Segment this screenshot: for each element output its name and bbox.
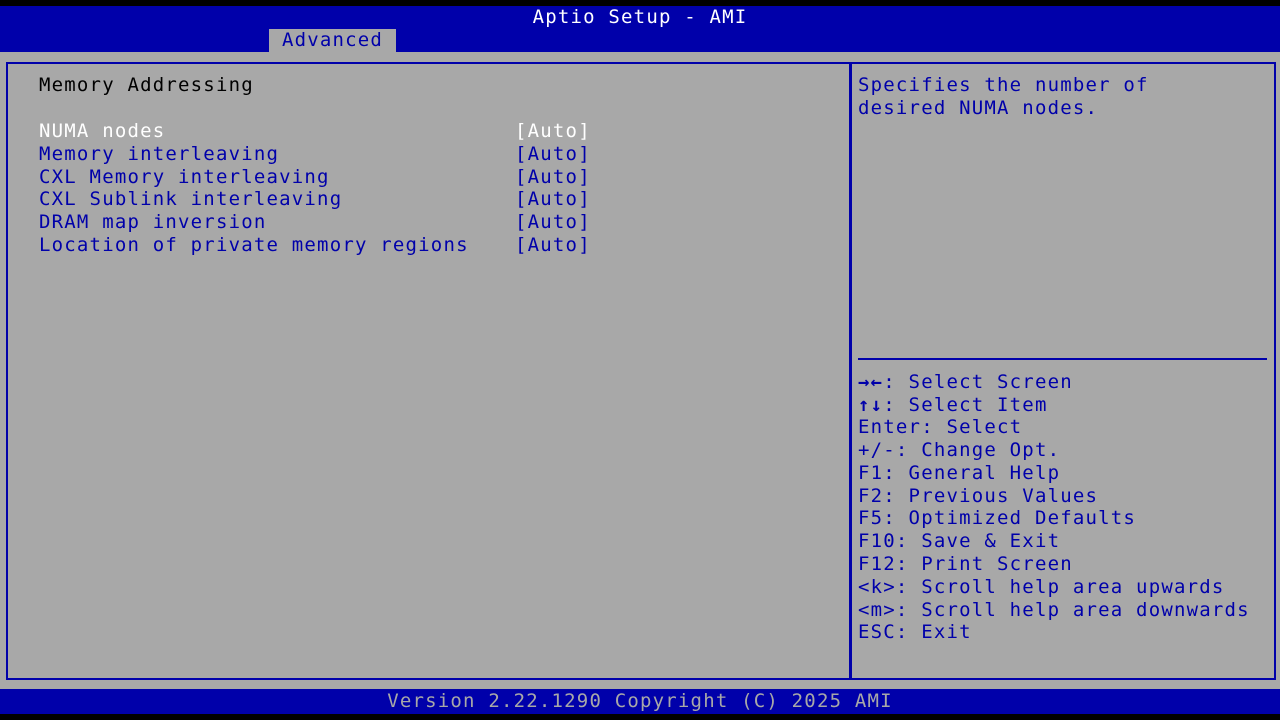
option-cxl-sublink-interleaving-value[interactable]: [Auto] [515,188,591,211]
app-title: Aptio Setup - AMI [532,6,748,28]
key-description: : Select Item [883,394,1048,416]
option-numa-nodes-value[interactable]: [Auto] [515,120,591,143]
key-help-item: +/-: Change Opt. [858,439,1060,462]
key-description: : Scroll help area downwards [895,599,1250,621]
key-name: F5 [858,507,884,529]
tab-advanced[interactable]: Advanced [269,29,396,52]
option-private-memory-regions[interactable]: Location of private memory regions [39,234,469,257]
tab-advanced-label: Advanced [281,29,384,51]
option-cxl-sublink-interleaving[interactable]: CXL Sublink interleaving [39,188,342,211]
key-name: <m> [858,599,896,621]
option-numa-nodes[interactable]: NUMA nodes [39,120,165,143]
key-description: : Select Screen [883,371,1073,393]
key-help-item: F12: Print Screen [858,553,1073,576]
key-help-item: F5: Optimized Defaults [858,507,1136,530]
option-cxl-memory-interleaving-value[interactable]: [Auto] [515,166,591,189]
help-text-line: desired NUMA nodes. [858,97,1099,119]
help-divider [858,358,1267,360]
key-description: : Previous Values [883,485,1099,507]
option-dram-map-inversion[interactable]: DRAM map inversion [39,211,267,234]
key-description: : Change Opt. [895,439,1061,461]
key-help-item: F2: Previous Values [858,485,1098,508]
option-memory-interleaving[interactable]: Memory interleaving [39,143,279,166]
key-help-item: F1: General Help [858,462,1060,485]
key-help-item: F10: Save & Exit [858,530,1060,553]
key-name: ESC [858,621,896,643]
key-description: : General Help [883,462,1061,484]
bios-screen: Aptio Setup - AMI Advanced Memory Addres… [0,0,1280,720]
key-name: F12 [858,553,896,575]
vertical-divider [849,62,852,680]
key-description: : Optimized Defaults [883,507,1137,529]
key-description: : Save & Exit [895,530,1061,552]
option-private-memory-regions-value[interactable]: [Auto] [515,234,591,257]
version-footer: Version 2.22.1290 Copyright (C) 2025 AMI [387,690,893,712]
option-memory-interleaving-value[interactable]: [Auto] [515,143,591,166]
key-help-item: ESC: Exit [858,621,972,644]
option-dram-map-inversion-value[interactable]: [Auto] [515,211,591,234]
key-name: ↑↓ [858,394,884,416]
section-title: Memory Addressing [39,74,254,96]
key-description: : Scroll help area upwards [895,576,1225,598]
key-help-item: ↑↓: Select Item [858,394,1048,417]
key-help-item: →←: Select Screen [858,371,1073,394]
key-name: +/- [858,439,896,461]
key-name: <k> [858,576,896,598]
key-help-item: Enter: Select [858,416,1022,439]
key-help-item: <k>: Scroll help area upwards [858,576,1225,599]
key-description: : Select [921,416,1023,438]
key-name: →← [858,371,884,393]
key-name: F2 [858,485,884,507]
key-name: F1 [858,462,884,484]
key-description: : Print Screen [895,553,1073,575]
key-name: F10 [858,530,896,552]
key-name: Enter [858,416,922,438]
key-description: : Exit [895,621,972,643]
help-text-line: Specifies the number of [858,74,1149,96]
option-cxl-memory-interleaving[interactable]: CXL Memory interleaving [39,166,330,189]
key-help-item: <m>: Scroll help area downwards [858,599,1250,622]
